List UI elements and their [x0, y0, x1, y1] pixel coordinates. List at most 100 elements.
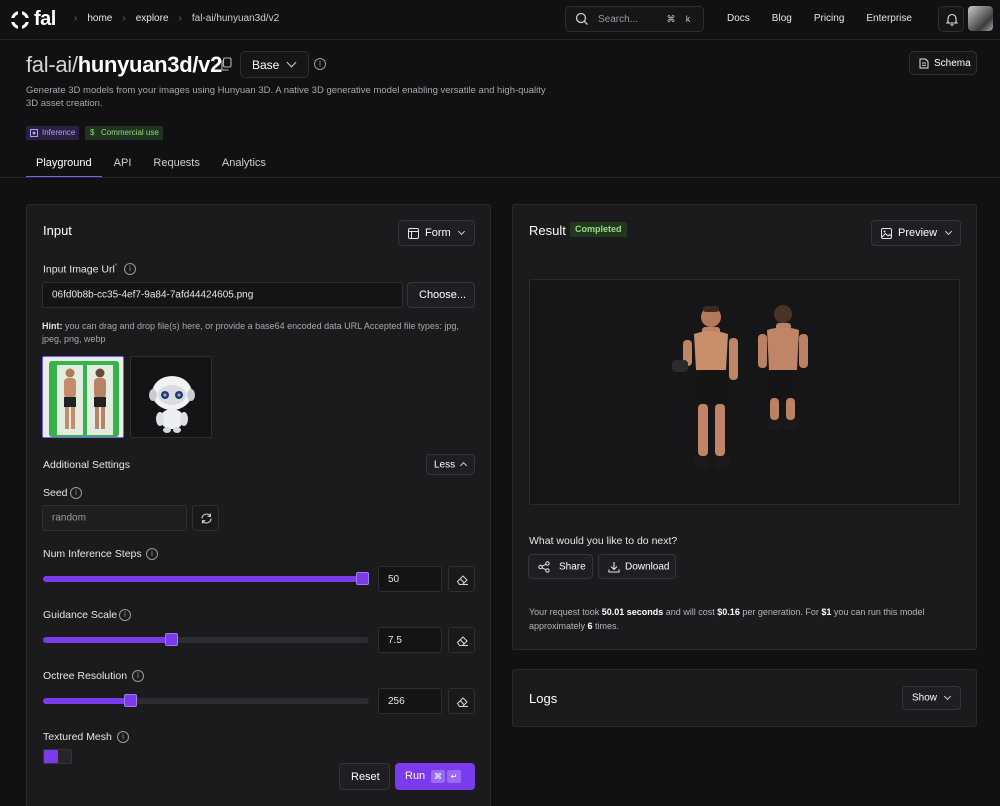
nav-link-pricing[interactable]: Pricing: [814, 13, 845, 24]
schema-button-label: Schema: [934, 58, 971, 69]
octree-slider-fill: [43, 698, 130, 704]
nav-link-blog[interactable]: Blog: [772, 13, 792, 24]
guidance-slider-handle[interactable]: [165, 633, 178, 646]
image-url-input[interactable]: 06fd0b8b-cc35-4ef7-9a84-7afd44424605.png: [42, 282, 403, 308]
guidance-label: Guidance Scale: [43, 609, 118, 621]
info-icon[interactable]: i: [124, 263, 136, 275]
search-icon: [575, 12, 588, 25]
copy-icon[interactable]: [220, 57, 232, 71]
document-icon: [919, 58, 929, 69]
dollar-icon: $: [90, 128, 95, 137]
steps-label: Num Inference Steps: [43, 548, 142, 560]
info-icon[interactable]: i: [117, 731, 129, 743]
variant-select[interactable]: Base: [240, 51, 309, 78]
breadcrumb: › home › explore › fal-ai/hunyuan3d/v2: [74, 13, 279, 24]
kbd-k: k: [685, 14, 691, 24]
octree-slider[interactable]: [43, 694, 369, 707]
nav-link-enterprise[interactable]: Enterprise: [866, 13, 912, 24]
octree-label: Octree Resolution: [43, 670, 128, 682]
chevron-down-icon: [943, 692, 952, 701]
bell-icon: [946, 13, 958, 26]
image-url-value: 06fd0b8b-cc35-4ef7-9a84-7afd44424605.png: [52, 289, 254, 301]
download-icon: [608, 562, 620, 573]
preview-mode-select[interactable]: Preview: [871, 220, 961, 246]
example-image-person[interactable]: [42, 356, 124, 438]
choose-file-button[interactable]: Choose...: [407, 282, 475, 308]
randomize-seed-button[interactable]: [192, 505, 219, 531]
nav-links: Docs Blog Pricing Enterprise: [727, 13, 912, 24]
steps-slider[interactable]: [43, 572, 369, 585]
tab-analytics[interactable]: Analytics: [212, 157, 276, 178]
kbd-enter: ↵: [447, 770, 461, 783]
next-steps-question: What would you like to do next?: [529, 535, 678, 547]
textured-mesh-label: Textured Mesh: [43, 731, 112, 743]
variant-select-value: Base: [252, 58, 280, 72]
fal-logo[interactable]: fal: [10, 8, 56, 31]
info-icon[interactable]: i: [132, 670, 144, 682]
reset-button[interactable]: Reset: [339, 763, 390, 790]
info-icon[interactable]: i: [146, 548, 158, 560]
chevron-down-icon: [457, 227, 466, 236]
breadcrumb-home[interactable]: home: [87, 13, 112, 24]
tab-divider: [0, 177, 1000, 178]
example-image-robot[interactable]: [130, 356, 212, 438]
tab-requests[interactable]: Requests: [143, 157, 209, 178]
kbd-command: ⌘: [431, 770, 445, 783]
steps-input[interactable]: 50: [378, 566, 442, 592]
eraser-icon: [456, 697, 468, 708]
guidance-slider[interactable]: [43, 633, 369, 646]
chevron-down-icon: [286, 57, 297, 68]
octree-reset-button[interactable]: [448, 688, 475, 714]
result-3d-preview-image: [672, 305, 808, 468]
model-name: hunyuan3d/v2: [77, 52, 223, 77]
kbd-command: ⌘: [666, 14, 676, 24]
search-box[interactable]: Search... ⌘ k: [565, 6, 704, 32]
less-toggle-button[interactable]: Less: [426, 454, 475, 475]
share-button[interactable]: Share: [528, 554, 593, 579]
logs-show-button[interactable]: Show: [902, 686, 961, 710]
breadcrumb-model[interactable]: fal-ai/hunyuan3d/v2: [192, 13, 279, 24]
fal-logo-icon: [10, 9, 30, 30]
schema-button[interactable]: Schema: [909, 51, 977, 75]
breadcrumb-explore[interactable]: explore: [136, 13, 169, 24]
fal-logo-text: fal: [34, 8, 56, 30]
share-icon: [538, 561, 550, 573]
info-icon[interactable]: i: [70, 487, 82, 499]
form-mode-label: Form: [425, 227, 451, 239]
toggle-thumb: [44, 750, 58, 763]
run-button[interactable]: Run ⌘ ↵: [395, 763, 475, 790]
seed-input[interactable]: random: [42, 505, 187, 531]
logs-panel-title: Logs: [529, 691, 558, 706]
tab-api[interactable]: API: [104, 157, 142, 178]
octree-slider-handle[interactable]: [124, 694, 137, 707]
input-panel-title: Input: [43, 223, 72, 238]
steps-reset-button[interactable]: [448, 566, 475, 592]
result-preview[interactable]: [529, 279, 960, 505]
guidance-reset-button[interactable]: [448, 627, 475, 653]
octree-input[interactable]: 256: [378, 688, 442, 714]
cost-summary: Your request took 50.01 seconds and will…: [529, 607, 925, 631]
search-placeholder: Search...: [598, 14, 639, 25]
textured-mesh-toggle[interactable]: [43, 749, 72, 764]
user-avatar[interactable]: [968, 6, 993, 31]
form-mode-select[interactable]: Form: [398, 220, 475, 246]
layout-icon: [408, 228, 419, 239]
upload-hint: Hint: you can drag and drop file(s) here…: [42, 321, 459, 344]
image-icon: [881, 228, 892, 239]
seed-label: Seed: [43, 487, 68, 499]
download-button[interactable]: Download: [598, 554, 676, 579]
refresh-icon: [201, 513, 212, 524]
input-image-url-label: Input Image Url*: [43, 263, 118, 276]
required-marker: *: [114, 263, 118, 270]
eraser-icon: [456, 636, 468, 647]
additional-settings-label: Additional Settings: [43, 459, 130, 471]
info-icon[interactable]: i: [119, 609, 131, 621]
guidance-input[interactable]: 7.5: [378, 627, 442, 653]
tab-playground[interactable]: Playground: [26, 157, 102, 178]
steps-slider-handle[interactable]: [356, 572, 369, 585]
notifications-button[interactable]: [938, 6, 964, 32]
breadcrumb-chevron-icon: ›: [74, 13, 78, 24]
page-title: fal-ai/hunyuan3d/v2: [26, 52, 222, 78]
nav-link-docs[interactable]: Docs: [727, 13, 750, 24]
info-icon[interactable]: i: [314, 58, 326, 70]
